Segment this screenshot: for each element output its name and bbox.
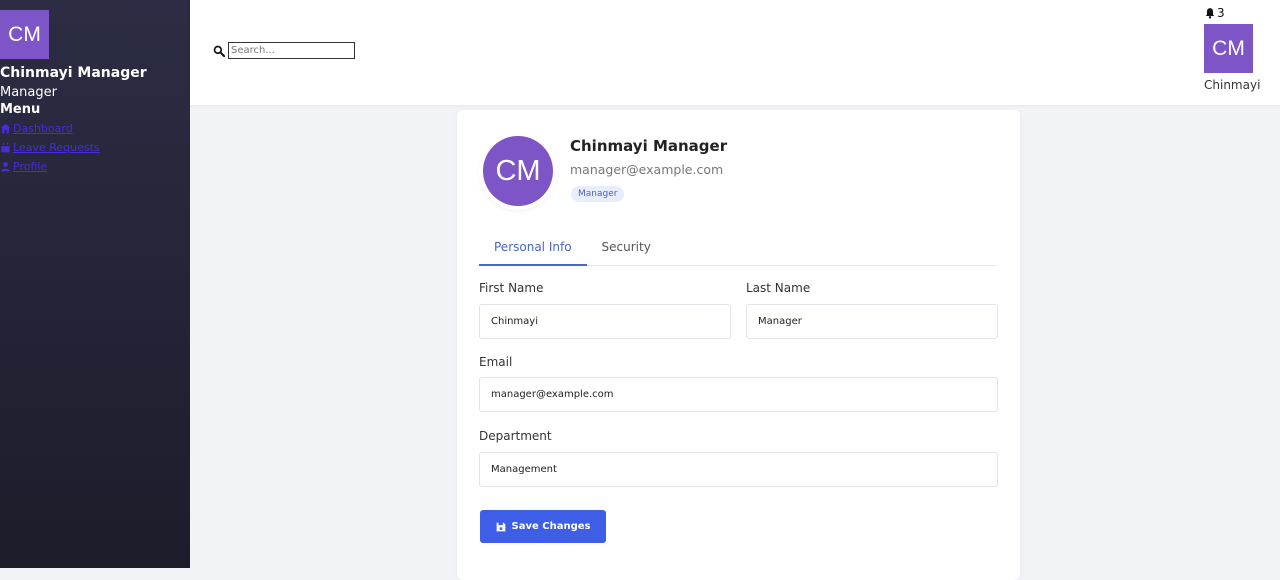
sidebar-link-profile[interactable]: Profile	[0, 158, 47, 175]
profile-email: manager@example.com	[570, 162, 724, 177]
sidebar: CM Chinmayi Manager Manager Menu Dashboa…	[0, 0, 190, 568]
header-avatar[interactable]: CM	[1204, 24, 1253, 73]
first-name-field[interactable]	[479, 304, 731, 339]
email-field[interactable]	[479, 377, 998, 412]
profile-card: CM Chinmayi Manager manager@example.com …	[457, 110, 1020, 580]
profile-avatar: CM	[483, 136, 553, 206]
notification-count: 3	[1217, 6, 1225, 20]
sidebar-item-label: Leave Requests	[13, 141, 100, 154]
bell-icon	[1205, 8, 1215, 19]
search-input[interactable]	[228, 42, 355, 59]
save-button-label: Save Changes	[511, 521, 591, 532]
header-user-name: Chinmayi	[1204, 78, 1261, 92]
notifications[interactable]: 3	[1204, 6, 1225, 20]
sidebar-link-dashboard[interactable]: Dashboard	[0, 120, 73, 137]
department-field[interactable]	[479, 452, 998, 487]
tab-security[interactable]: Security	[587, 235, 666, 266]
save-changes-button[interactable]: Save Changes	[480, 510, 606, 543]
last-name-field[interactable]	[746, 304, 998, 339]
search-bar	[213, 42, 355, 59]
department-label: Department	[479, 429, 552, 443]
sidebar-link-leave-requests[interactable]: Leave Requests	[0, 139, 100, 156]
email-label: Email	[479, 355, 513, 369]
sidebar-avatar: CM	[0, 10, 49, 59]
sidebar-nav: Dashboard Leave Requests Profile	[0, 120, 100, 177]
profile-tabs: Personal Info Security	[479, 235, 997, 266]
sidebar-item-dashboard: Dashboard	[0, 120, 100, 139]
user-icon	[1, 162, 10, 172]
first-name-label: First Name	[479, 281, 544, 295]
top-header: 3 CM Chinmayi	[190, 0, 1280, 105]
role-badge: Manager	[571, 186, 625, 202]
sidebar-item-label: Profile	[13, 160, 48, 173]
sidebar-item-profile: Profile	[0, 158, 100, 177]
sidebar-user-role: Manager	[0, 85, 57, 100]
tab-personal-info[interactable]: Personal Info	[479, 235, 587, 266]
profile-name: Chinmayi Manager	[570, 137, 728, 155]
sidebar-menu-title: Menu	[0, 102, 41, 117]
sidebar-user-name: Chinmayi Manager	[0, 65, 147, 81]
search-icon	[213, 45, 225, 57]
last-name-label: Last Name	[746, 281, 811, 295]
sidebar-item-label: Dashboard	[13, 122, 73, 135]
calendar-icon	[1, 142, 10, 153]
save-icon	[496, 522, 505, 531]
home-icon	[0, 123, 11, 134]
sidebar-item-leave-requests: Leave Requests	[0, 139, 100, 158]
